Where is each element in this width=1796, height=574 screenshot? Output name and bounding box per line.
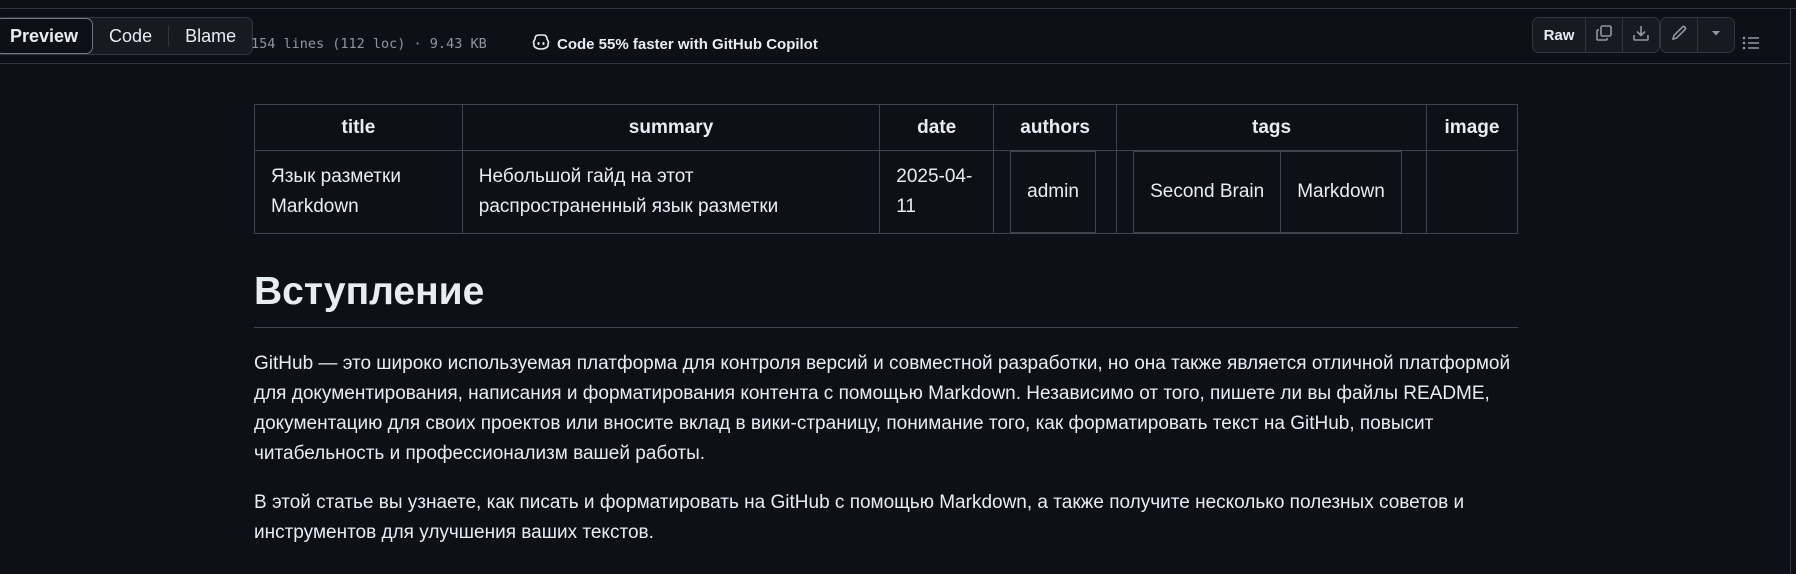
file-actions-group: Raw bbox=[1532, 17, 1660, 53]
tab-blame[interactable]: Blame bbox=[169, 18, 252, 54]
pencil-icon bbox=[1670, 24, 1688, 47]
header-date: date bbox=[879, 104, 995, 151]
top-border bbox=[0, 0, 1796, 9]
download-icon bbox=[1632, 24, 1650, 47]
panel-right-border bbox=[1790, 9, 1791, 574]
header-authors: authors bbox=[993, 104, 1118, 151]
cell-title: Язык разметки Markdown bbox=[254, 150, 463, 234]
tab-preview[interactable]: Preview bbox=[0, 18, 94, 54]
cell-tags: Second Brain Markdown bbox=[1116, 150, 1427, 234]
header-image: image bbox=[1425, 104, 1519, 151]
tags-list: Second Brain Markdown bbox=[1133, 151, 1402, 233]
copilot-promo-link[interactable]: Code 55% faster with GitHub Copilot bbox=[531, 33, 818, 55]
frontmatter-table: title summary date authors tags image Яз… bbox=[254, 104, 1519, 234]
author-item: admin bbox=[1010, 151, 1096, 233]
tag-item: Second Brain bbox=[1133, 151, 1282, 233]
tab-code[interactable]: Code bbox=[93, 18, 168, 54]
edit-button[interactable] bbox=[1661, 18, 1697, 52]
edit-dropdown-button[interactable] bbox=[1697, 18, 1734, 52]
view-mode-switch: Preview Code Blame bbox=[0, 17, 254, 55]
copilot-promo-text: Code 55% faster with GitHub Copilot bbox=[557, 35, 818, 53]
copilot-icon bbox=[531, 33, 551, 55]
download-button[interactable] bbox=[1622, 18, 1659, 52]
cell-date: 2025-04-11 bbox=[879, 150, 995, 234]
copy-raw-button[interactable] bbox=[1585, 18, 1622, 52]
paragraph: В этой статье вы узнаете, как писать и ф… bbox=[254, 492, 1465, 543]
section-heading: Вступление bbox=[254, 268, 1518, 328]
file-toolbar: Preview Code Blame 154 lines (112 loc) ·… bbox=[0, 9, 1791, 64]
edit-actions-group bbox=[1660, 17, 1735, 53]
file-meta-info: 154 lines (112 loc) · 9.43 KB bbox=[251, 36, 487, 52]
list-unordered-icon bbox=[1741, 36, 1761, 56]
authors-list: admin bbox=[1010, 151, 1096, 233]
cell-summary: Небольшой гайд на этот распространенный … bbox=[461, 150, 881, 234]
triangle-down-icon bbox=[1710, 26, 1722, 44]
table-row: Язык разметки Markdown Небольшой гайд на… bbox=[254, 150, 1519, 234]
paragraph: GitHub — это широко используемая платфор… bbox=[254, 353, 1511, 464]
header-tags: tags bbox=[1116, 104, 1427, 151]
outline-button[interactable] bbox=[1741, 34, 1761, 57]
cell-image bbox=[1425, 150, 1519, 234]
header-title: title bbox=[254, 104, 463, 151]
frontmatter-section: title summary date authors tags image Яз… bbox=[254, 104, 1519, 234]
cell-authors: admin bbox=[993, 150, 1118, 234]
frontmatter-header-row: title summary date authors tags image bbox=[254, 104, 1519, 151]
copy-icon bbox=[1595, 24, 1613, 47]
header-summary: summary bbox=[461, 104, 881, 151]
tag-item: Markdown bbox=[1280, 151, 1402, 233]
raw-button[interactable]: Raw bbox=[1533, 18, 1585, 52]
